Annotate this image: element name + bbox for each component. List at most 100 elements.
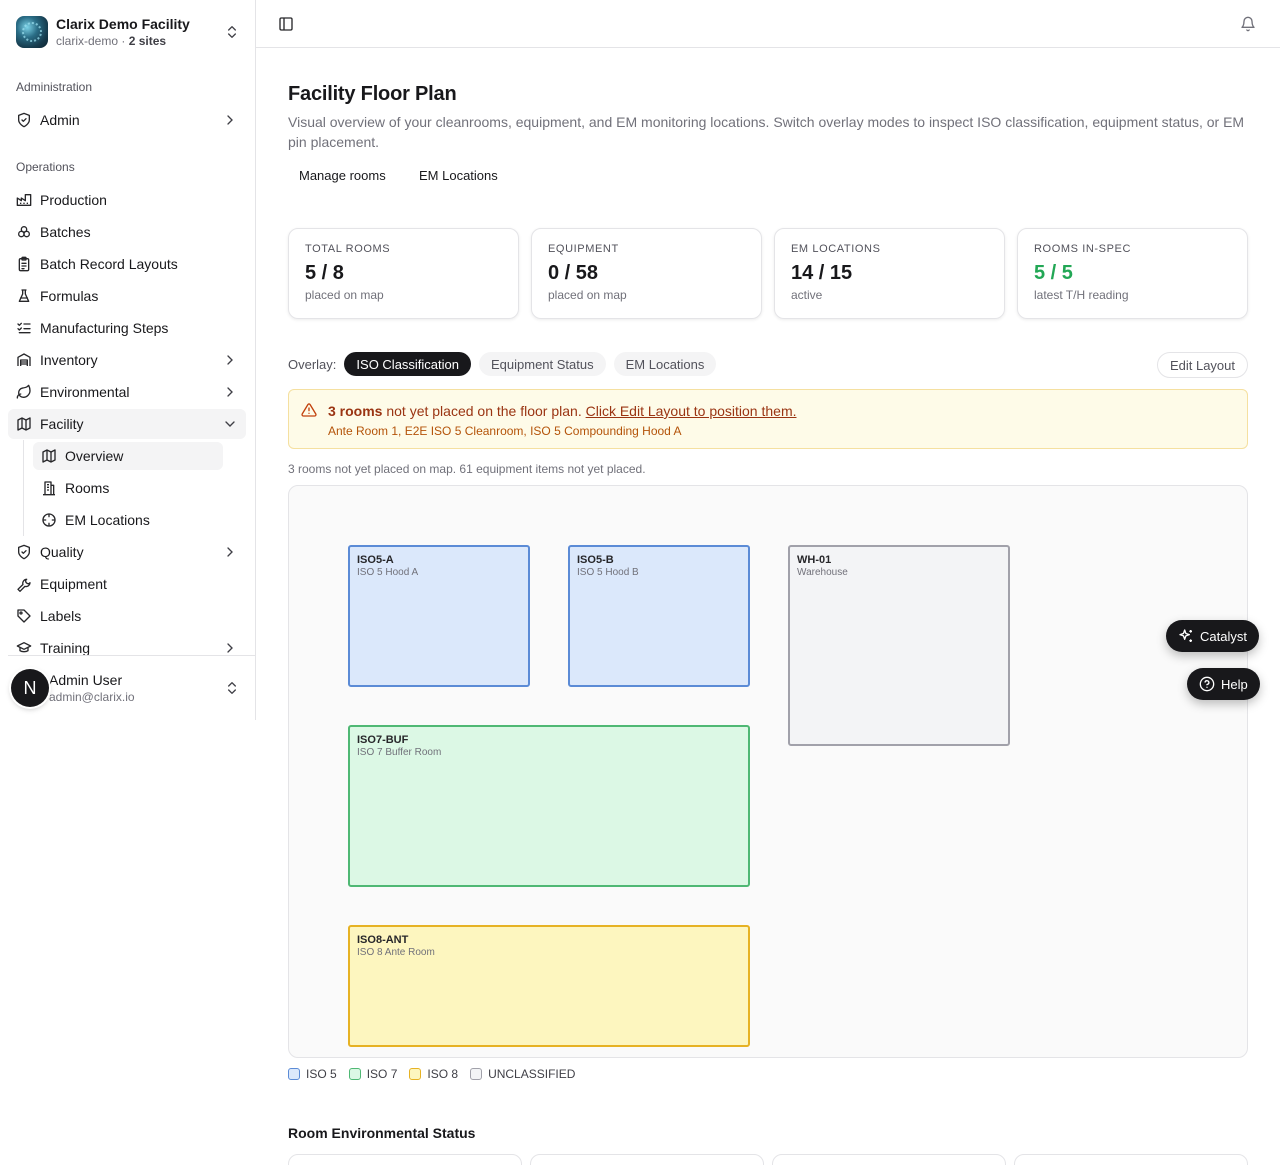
room-code: ISO5-A [357, 554, 394, 566]
stat-value: 5 / 8 [305, 262, 344, 284]
org-name: Clarix Demo Facility [56, 15, 190, 32]
flask-icon [18, 289, 30, 302]
catalyst-label: Catalyst [1200, 628, 1247, 644]
overlay-iso-classification-pill[interactable]: ISO Classification [344, 352, 471, 376]
sidebar-item-facility[interactable]: Facility [8, 409, 246, 439]
map-icon [42, 449, 56, 463]
catalyst-button[interactable]: Catalyst [1166, 620, 1259, 652]
page-title: Facility Floor Plan [288, 83, 457, 105]
submenu-line [23, 440, 24, 536]
room-iso5-b[interactable]: ISO5-B ISO 5 Hood B [568, 545, 750, 687]
room-iso8-ant[interactable]: ISO8-ANT ISO 8 Ante Room [348, 925, 750, 1047]
overlay-equipment-status-pill[interactable]: Equipment Status [479, 352, 606, 376]
sidebar-item-environmental[interactable]: Environmental [8, 377, 246, 407]
alert-count: 3 rooms [328, 403, 383, 419]
legend-item-iso8: ISO 8 [409, 1067, 458, 1081]
page-description: Visual overview of your cleanrooms, equi… [288, 114, 1245, 150]
room-name: ISO 5 Hood B [577, 567, 639, 578]
clipboard-list-icon [18, 256, 30, 272]
sidebar-item-batches[interactable]: Batches [8, 217, 246, 247]
help-button[interactable]: Help [1187, 668, 1260, 700]
overlay-toolbar: Overlay: ISO Classification Equipment St… [288, 352, 1248, 378]
boxes-icon [18, 226, 30, 238]
floor-plan-canvas[interactable]: ISO5-A ISO 5 Hood A ISO5-B ISO 5 Hood B … [288, 485, 1248, 1058]
chevron-right-icon [227, 355, 233, 365]
help-label: Help [1221, 676, 1248, 692]
room-iso5-a[interactable]: ISO5-A ISO 5 Hood A [348, 545, 530, 687]
sidebar-item-label: Facility [40, 416, 84, 432]
group-label-operations: Operations [16, 160, 75, 174]
sidebar-item-label: Inventory [40, 352, 98, 368]
org-switcher[interactable]: Clarix Demo Facility clarix-demo · 2 sit… [8, 8, 248, 56]
sidebar-item-label: Formulas [40, 288, 99, 304]
leaf-icon [16, 384, 31, 399]
avatar: N [11, 669, 49, 707]
sidebar-item-label: Quality [40, 544, 84, 560]
unplaced-rooms-alert: 3 rooms not yet placed on the floor plan… [288, 389, 1248, 449]
not-placed-note: 3 rooms not yet placed on map. 61 equipm… [288, 462, 646, 476]
chevron-right-icon [227, 547, 233, 557]
legend-label: ISO 7 [366, 1067, 398, 1081]
stat-value: 0 / 58 [548, 262, 599, 284]
sidebar-item-label: Equipment [40, 576, 107, 592]
room-iso7-buf[interactable]: ISO7-BUF ISO 7 Buffer Room [348, 725, 750, 887]
sidebar-item-formulas[interactable]: Formulas [8, 281, 246, 311]
sidebar-item-manufacturing-steps[interactable]: Manufacturing Steps [8, 313, 246, 343]
sidebar-subitem-rooms[interactable]: Rooms [33, 474, 223, 502]
sidebar-item-label: Environmental [40, 384, 130, 400]
chevrons-up-down-icon [228, 682, 236, 694]
legend-swatch [288, 1068, 300, 1080]
user-menu[interactable]: N Admin User admin@clarix.io [8, 664, 248, 712]
tag-icon [17, 609, 31, 623]
alert-text: not yet placed on the floor plan. [382, 403, 586, 419]
sidebar-item-admin[interactable]: Admin [8, 105, 246, 135]
user-email: admin@clarix.io [49, 689, 135, 704]
sidebar-subitem-label: Rooms [65, 480, 110, 496]
edit-layout-button[interactable]: Edit Layout [1156, 352, 1248, 378]
stat-label: TOTAL ROOMS [305, 243, 391, 255]
room-name: ISO 7 Buffer Room [357, 747, 442, 758]
sidebar: Clarix Demo Facility clarix-demo · 2 sit… [0, 0, 256, 720]
org-sep: · [118, 33, 129, 48]
group-label-administration: Administration [16, 80, 93, 94]
overlay-em-locations-pill[interactable]: EM Locations [613, 352, 717, 376]
org-logo [16, 16, 48, 48]
chevron-down-icon [225, 421, 235, 427]
room-code: ISO8-ANT [357, 934, 409, 946]
graduation-cap-icon [16, 642, 32, 653]
overlay-label: Overlay: [288, 356, 337, 372]
shield-check-icon [18, 112, 30, 128]
sidebar-item-labels[interactable]: Labels [8, 601, 246, 631]
stat-card-em-locations: EM LOCATIONS 14 / 15 active [774, 228, 1005, 319]
stat-label: ROOMS IN-SPEC [1034, 243, 1132, 255]
stat-sub: placed on map [305, 288, 384, 302]
sidebar-item-inventory[interactable]: Inventory [8, 345, 246, 375]
em-locations-button[interactable]: EM Locations [419, 168, 498, 183]
top-bar [256, 0, 1280, 48]
sidebar-item-production[interactable]: Production [8, 185, 246, 215]
stat-card-equipment: EQUIPMENT 0 / 58 placed on map [531, 228, 762, 319]
stat-sub: active [791, 288, 823, 302]
warehouse-icon [17, 353, 31, 366]
bell-icon[interactable] [1240, 16, 1256, 32]
sparkles-icon [1179, 629, 1192, 642]
chevron-right-icon [227, 387, 233, 397]
room-code: ISO7-BUF [357, 734, 409, 746]
sidebar-subitem-em-locations[interactable]: EM Locations [33, 506, 223, 534]
sidebar-item-training[interactable]: Training [8, 633, 246, 663]
alert-edit-layout-link[interactable]: Click Edit Layout to position them. [586, 403, 797, 419]
manage-rooms-button[interactable]: Manage rooms [299, 168, 386, 183]
sidebar-toggle-icon[interactable] [278, 16, 294, 32]
sidebar-item-label: Training [40, 640, 91, 656]
warning-triangle-icon [301, 403, 317, 417]
stat-sub: placed on map [548, 288, 627, 302]
org-slug: clarix-demo [56, 33, 119, 48]
sidebar-item-label: Labels [40, 608, 82, 624]
wrench-icon [17, 578, 31, 592]
chevron-right-icon [227, 643, 233, 653]
sidebar-item-batch-record-layouts[interactable]: Batch Record Layouts [8, 249, 246, 279]
sidebar-item-quality[interactable]: Quality [8, 537, 246, 567]
sidebar-subitem-overview[interactable]: Overview [33, 442, 223, 470]
room-wh-01[interactable]: WH-01 Warehouse [788, 545, 1010, 746]
sidebar-item-equipment[interactable]: Equipment [8, 569, 246, 599]
